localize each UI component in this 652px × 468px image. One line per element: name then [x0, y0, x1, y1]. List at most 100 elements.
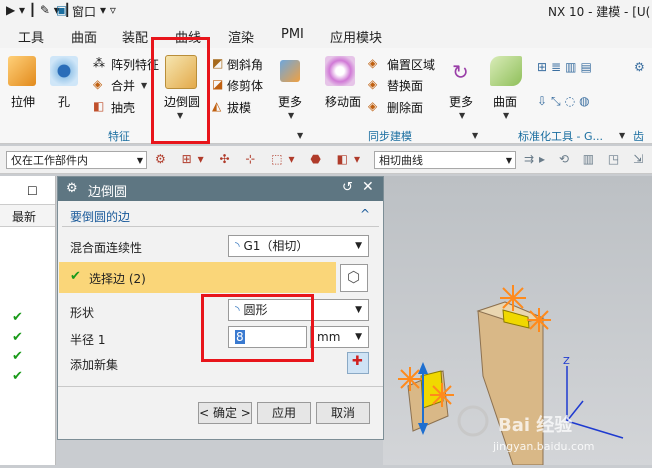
cancel-button[interactable]: 取消: [316, 402, 370, 424]
chamfer-button[interactable]: 倒斜角: [227, 56, 263, 73]
handle-marker-icon[interactable]: [527, 308, 551, 332]
continuity-select[interactable]: ◝ G1（相切） ▼: [228, 235, 369, 257]
select-edge-button[interactable]: ⬡: [340, 264, 368, 292]
pattern-icon: ⁂: [93, 56, 105, 70]
collapse-icon[interactable]: ^: [360, 207, 370, 221]
watermark-logo: [457, 405, 489, 437]
surface-button[interactable]: 曲面: [493, 93, 517, 110]
handle-marker-icon[interactable]: [500, 285, 526, 311]
sync-group-menu-icon[interactable]: ▼: [472, 131, 478, 140]
window-menu-arrow[interactable]: ▾ ▿: [100, 3, 116, 17]
curve-rule-select[interactable]: 相切曲线 ▼: [374, 151, 516, 169]
watermark-url: jingyan.baidu.com: [493, 440, 595, 453]
shape-label: 形状: [70, 306, 95, 320]
annotation-box-edge-blend: [151, 37, 210, 144]
std-group-menu-icon[interactable]: ▼: [619, 131, 625, 140]
tab-surface[interactable]: 曲面: [71, 27, 97, 46]
section-divider: [62, 226, 379, 227]
gear-tools-icon[interactable]: ⚙: [634, 60, 645, 74]
maximize-icon[interactable]: ☐: [27, 184, 38, 198]
arrow-head-up-icon: [418, 362, 428, 374]
add-new-set-button[interactable]: ✚: [347, 352, 369, 374]
close-icon[interactable]: ✕: [362, 179, 374, 195]
window-title: NX 10 - 建模 - [U(: [548, 5, 651, 19]
draft-button[interactable]: 拔模: [227, 99, 251, 116]
check-icon: ✔: [12, 349, 23, 364]
delete-face-button[interactable]: 删除面: [387, 99, 423, 116]
check-icon: ✔: [12, 310, 23, 325]
x-axis-icon: [566, 420, 624, 439]
tab-applications[interactable]: 应用模块: [330, 27, 382, 46]
footer-divider: [58, 386, 383, 387]
watermark-brand: Bai 经验: [498, 415, 573, 436]
hole-icon: [50, 56, 78, 86]
hole-button[interactable]: 孔: [58, 93, 70, 110]
ok-button[interactable]: < 确定 >: [198, 402, 252, 424]
handle-marker-icon[interactable]: [398, 367, 422, 391]
group-label-std: 标准化工具 - G...: [518, 130, 603, 143]
dialog-title-bar[interactable]: ⚙ 边倒圆 ↺ ✕: [58, 177, 383, 201]
more-sync-dropdown-icon[interactable]: ▼: [459, 111, 465, 120]
select-edge-label: 选择边 (2): [89, 272, 146, 286]
cube-icon: ⬡: [347, 268, 361, 286]
extrude-button[interactable]: 拉伸: [11, 93, 35, 110]
delete-face-icon: ◈: [368, 99, 378, 113]
shell-icon: ◧: [93, 99, 105, 113]
tab-pmi[interactable]: PMI: [281, 27, 304, 42]
tab-render[interactable]: 渲染: [228, 27, 254, 46]
dialog-title: 边倒圆: [88, 185, 128, 200]
offset-region-button[interactable]: 偏置区域: [387, 56, 435, 73]
more-features-button[interactable]: 更多: [278, 93, 302, 110]
more-features-dropdown-icon[interactable]: ▼: [288, 111, 294, 120]
chevron-down-icon: ▼: [355, 241, 362, 251]
snap-tools-icons[interactable]: ⚙ ⊞▾ ✣ ⊹ ⬚▾ ⬣ ◧▾: [155, 152, 366, 166]
fillet-preview-lower: [420, 370, 444, 409]
chevron-down-icon: ▼: [136, 156, 143, 165]
extrude-icon: [8, 56, 36, 86]
trim-body-button[interactable]: 修剪体: [227, 77, 263, 94]
unite-dropdown-icon[interactable]: ▼: [141, 81, 147, 90]
draft-icon: ◭: [212, 99, 222, 113]
shell-button[interactable]: 抽壳: [111, 99, 135, 116]
check-icon: ✔: [12, 330, 23, 345]
apply-button[interactable]: 应用: [257, 402, 311, 424]
chevron-down-icon: ▼: [505, 156, 512, 165]
select-edge-row[interactable]: ✔ 选择边 (2): [59, 262, 336, 293]
window-icon: ▣: [56, 3, 68, 17]
more-sync-icon: ↻: [452, 60, 469, 84]
window-menu[interactable]: 窗口: [72, 3, 96, 20]
reset-icon[interactable]: ↺: [342, 180, 353, 195]
z-axis-label: Z: [563, 356, 570, 367]
move-face-button[interactable]: 移动面: [325, 93, 361, 110]
continuity-icon: ◝: [235, 239, 240, 253]
part-navigator-panel: ☐ 最新 ✔ ✔ ✔ ✔: [0, 176, 56, 465]
surface-dropdown-icon[interactable]: ▼: [503, 111, 509, 120]
std-tools-row2-icons[interactable]: ⇩⤡◌◍: [537, 94, 594, 109]
curve-rule-tools-icons[interactable]: ⇉▸ ⟲ ▥ ◳ ⇲: [524, 152, 648, 166]
chamfer-icon: ◩: [212, 56, 224, 70]
surface-icon: [490, 56, 522, 86]
feature-group-menu-icon[interactable]: ▼: [297, 131, 303, 140]
menu-tabs: 工具 曲面 装配 曲线 渲染 PMI 应用模块: [0, 22, 652, 48]
std-tools-row1-icons[interactable]: ⊞≣▥▤: [537, 60, 596, 74]
radius-unit-select[interactable]: mm ▼: [310, 326, 369, 348]
replace-face-button[interactable]: 替换面: [387, 77, 423, 94]
replace-face-icon: ◈: [368, 77, 378, 91]
arrow-head-down-icon: [418, 423, 428, 435]
check-icon: ✔: [12, 369, 23, 384]
unite-button[interactable]: 合并: [111, 77, 135, 94]
radius-unit-value: mm: [317, 330, 341, 344]
handle-marker-icon[interactable]: [430, 383, 454, 407]
graphics-viewport[interactable]: Z Bai 经验 jingyan.baidu.com: [383, 176, 652, 466]
section-edges-title: 要倒圆的边: [70, 210, 131, 224]
more-sync-button[interactable]: 更多: [449, 93, 473, 110]
gear-icon[interactable]: ⚙: [66, 181, 78, 196]
column-latest[interactable]: 最新: [12, 208, 36, 225]
selection-scope-select[interactable]: 仅在工作部件内 ▼: [6, 151, 147, 169]
tab-assembly[interactable]: 装配: [122, 27, 148, 46]
more-features-icon: [280, 60, 300, 82]
tab-tools[interactable]: 工具: [18, 27, 44, 46]
offset-region-icon: ◈: [368, 56, 378, 70]
add-set-icon: ✚: [352, 354, 363, 369]
chevron-down-icon: ▼: [355, 332, 362, 342]
